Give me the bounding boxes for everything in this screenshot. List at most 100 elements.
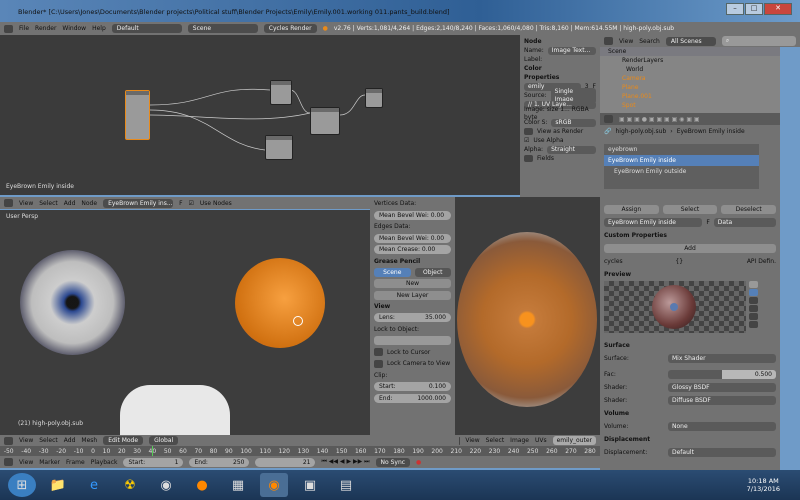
menu-select[interactable]: Select (39, 200, 58, 207)
context-tab-icons[interactable]: ▣ ▣ ▣ ● ▣ ▣ ▣ ▣ ◉ ▣ ▣ (619, 116, 700, 123)
custom-properties-section[interactable]: Custom Properties (600, 229, 780, 242)
use-nodes-checkbox[interactable]: ☑ (189, 200, 194, 207)
clip-end-field[interactable]: 1000.000 (417, 394, 446, 403)
new-layer-button[interactable]: New Layer (374, 290, 451, 300)
render-engine-select[interactable]: Cycles Render (263, 24, 317, 33)
menu-mesh[interactable]: Mesh (81, 437, 97, 444)
lens-field[interactable]: 35.000 (425, 313, 446, 322)
displacement-section[interactable]: Displacement (600, 433, 780, 446)
maximize-button[interactable]: □ (745, 3, 763, 15)
mix-shader-node[interactable] (310, 107, 340, 135)
explorer-icon[interactable]: 📁 (44, 473, 72, 497)
menu-select[interactable]: Select (486, 437, 505, 444)
properties-tabs[interactable]: ▣ ▣ ▣ ● ▣ ▣ ▣ ▣ ◉ ▣ ▣ (600, 113, 780, 125)
alpha-select[interactable]: Straight (547, 145, 596, 154)
search-input[interactable]: ⌕ (721, 36, 796, 46)
material-output-node[interactable] (365, 88, 383, 108)
app-icon[interactable]: ☢ (116, 473, 144, 497)
scene-toggle[interactable]: Scene (374, 267, 411, 277)
volume-section[interactable]: Volume (600, 407, 780, 420)
select-button[interactable]: Select (662, 205, 718, 214)
end-frame-field[interactable]: 250 (233, 459, 244, 466)
app-icon[interactable]: ▣ (296, 473, 324, 497)
checkbox[interactable] (374, 348, 383, 357)
editor-type-icon[interactable] (4, 199, 13, 207)
3d-cursor[interactable] (293, 316, 303, 326)
sync-select[interactable]: No Sync (375, 457, 411, 467)
start-button[interactable]: ⊞ (8, 473, 36, 497)
fake-user-button[interactable]: F (179, 200, 182, 207)
editor-type-icon[interactable] (4, 436, 13, 445)
menu-view[interactable]: View (19, 437, 33, 444)
timeline-ruler[interactable]: -50-40-30-20-100102030405060708090100110… (0, 446, 600, 456)
clip-start-field[interactable]: 0.100 (429, 382, 446, 391)
outliner-item-renderlayers[interactable]: RenderLayers (600, 56, 780, 65)
properties-section[interactable]: Properties (520, 73, 600, 82)
blender-taskbar-icon[interactable]: ◉ (260, 473, 288, 497)
checkbox-checked[interactable]: ☑ (524, 137, 529, 145)
menu-select[interactable]: Select (39, 437, 58, 444)
menu-uvs[interactable]: UVs (535, 437, 547, 444)
app-icon[interactable]: ● (188, 473, 216, 497)
node-name-field[interactable]: Image Text... (547, 46, 596, 55)
add-property-button[interactable]: Add (604, 244, 776, 253)
image-texture-node[interactable] (125, 90, 150, 140)
start-frame-field[interactable]: 1 (175, 459, 179, 466)
editor-type-icon[interactable] (4, 24, 13, 33)
image-datablock[interactable]: emily_outer (552, 436, 596, 445)
menu-view[interactable]: View (19, 459, 33, 466)
node-section[interactable]: Node (520, 37, 600, 46)
fac-slider[interactable]: 0.500 (668, 370, 776, 379)
editor-type-icon[interactable] (604, 115, 613, 123)
3d-viewport[interactable]: User Persp (21) high-poly.obj.sub (0, 210, 370, 435)
shader-node[interactable] (270, 80, 292, 105)
orientation-select[interactable]: Global (149, 436, 179, 445)
playback-controls[interactable]: ⏮ ◀◀ ◀ ▶ ▶▶ ⏭ (321, 458, 369, 466)
material-slot[interactable]: EyeBrown Emily outside (604, 166, 759, 177)
lock-object-field[interactable] (374, 336, 451, 346)
checkbox[interactable] (374, 359, 383, 368)
fake-user-button[interactable]: F (706, 219, 709, 226)
deselect-button[interactable]: Deselect (721, 205, 777, 214)
menu-frame[interactable]: Frame (66, 459, 85, 466)
vertex-bevel-weight-field[interactable]: Mean Bevel Wei: 0.00 (374, 210, 451, 220)
surface-shader-select[interactable]: Mix Shader (668, 354, 776, 363)
menu-view[interactable]: View (619, 38, 633, 45)
displacement-select[interactable]: Default (668, 448, 776, 457)
node-editor[interactable]: EyeBrown Emily inside (0, 35, 520, 195)
material-datablock[interactable]: EyeBrown Emily ins... (103, 198, 174, 208)
checkbox[interactable] (524, 128, 533, 135)
checkbox[interactable] (524, 155, 533, 162)
display-mode-select[interactable]: All Scenes (665, 36, 716, 46)
minimize-button[interactable]: – (726, 3, 744, 15)
app-icon[interactable]: ▤ (332, 473, 360, 497)
menu-view[interactable]: View (19, 200, 33, 207)
shader1-select[interactable]: Glossy BSDF (668, 383, 776, 392)
assign-button[interactable]: Assign (604, 205, 659, 214)
outliner-item-plane[interactable]: Plane (600, 83, 780, 92)
material-slot-list[interactable]: eyebrown EyeBrown Emily inside EyeBrown … (604, 144, 759, 189)
outliner-item-world[interactable]: World (600, 65, 780, 74)
close-button[interactable]: ✕ (764, 3, 792, 15)
preview-section[interactable]: Preview (600, 268, 780, 281)
current-frame-marker[interactable] (152, 446, 153, 456)
scene-select[interactable]: Scene (187, 24, 258, 33)
menu-window[interactable]: Window (62, 25, 86, 32)
outliner-item-plane-001[interactable]: Plane.001 (600, 92, 780, 101)
grease-pencil-section[interactable]: Grease Pencil (370, 256, 455, 267)
menu-node[interactable]: Node (81, 200, 97, 207)
menu-add[interactable]: Add (64, 200, 76, 207)
colorspace-select[interactable]: sRGB (551, 118, 596, 127)
ie-icon[interactable]: e (80, 473, 108, 497)
edge-bevel-weight-field[interactable]: Mean Bevel Wei: 0.00 (374, 233, 451, 243)
editor-type-icon[interactable] (604, 37, 613, 45)
menu-render[interactable]: Render (35, 25, 56, 32)
outliner-item-camera[interactable]: Camera (600, 74, 780, 83)
shader2-select[interactable]: Diffuse BSDF (668, 396, 776, 405)
app-icon[interactable]: ▦ (224, 473, 252, 497)
menu-playback[interactable]: Playback (91, 459, 118, 466)
uv-image-editor[interactable] (455, 197, 600, 435)
chrome-icon[interactable]: ◉ (152, 473, 180, 497)
menu-file[interactable]: File (19, 25, 29, 32)
shader-node[interactable] (265, 135, 293, 160)
